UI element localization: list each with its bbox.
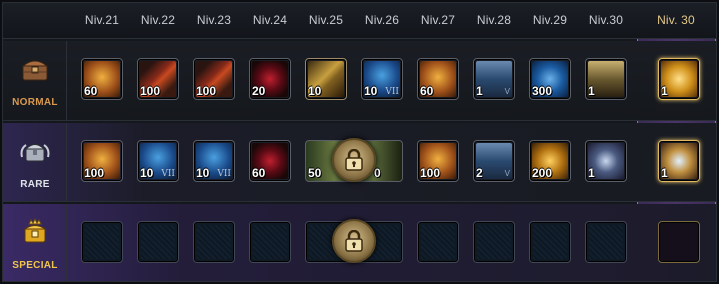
tier-chevron: V xyxy=(504,169,510,178)
reward-slot[interactable]: 100 xyxy=(81,140,123,182)
reward-slot[interactable]: 10 VII xyxy=(361,58,403,100)
reward-slot[interactable]: 1 xyxy=(585,140,627,182)
reward-slot[interactable]: 100 xyxy=(193,58,235,100)
reward-quantity: 2 xyxy=(476,166,483,180)
reward-slot[interactable]: 1 xyxy=(585,58,627,100)
reward-slot[interactable]: 10 VII xyxy=(193,140,235,182)
reward-quantity: 300 xyxy=(532,84,553,98)
locked-reward-slot xyxy=(193,221,235,263)
silver-chest-icon xyxy=(20,144,50,162)
reward-slot[interactable]: 300 xyxy=(529,58,571,100)
row-header-rare: RARE xyxy=(3,123,67,201)
reward-quantity: 10 xyxy=(140,166,154,180)
level-label: Niv.23 xyxy=(196,13,232,27)
reward-quantity: 200 xyxy=(532,166,553,180)
reward-quantity: 20 xyxy=(252,84,266,98)
reward-quantity: 0 xyxy=(374,166,381,180)
reward-quantity: 100 xyxy=(84,166,105,180)
row-label-rare: RARE xyxy=(20,179,50,190)
padlock-glyph xyxy=(345,149,363,171)
level-label: Niv.26 xyxy=(364,13,400,27)
final-level-label: Niv. 30 xyxy=(657,13,695,27)
reward-quantity: 100 xyxy=(140,84,161,98)
reward-quantity: 100 xyxy=(196,84,217,98)
reward-quantity: 10 xyxy=(364,84,378,98)
reward-quantity: 60 xyxy=(252,166,266,180)
reward-quantity: 1 xyxy=(588,84,595,98)
locked-reward-slot xyxy=(81,221,123,263)
reward-slot[interactable]: 60 xyxy=(249,140,291,182)
level-label: Niv.30 xyxy=(588,13,624,27)
brown-chest-icon xyxy=(21,60,49,81)
final-reward-slot[interactable]: 1 xyxy=(658,58,700,100)
reward-slot[interactable]: 100 xyxy=(137,58,179,100)
locked-reward-slot xyxy=(473,221,515,263)
final-locked-reward-slot xyxy=(658,221,700,263)
row-label-special: SPECIAL xyxy=(12,260,58,271)
final-reward-slot[interactable]: 1 xyxy=(658,140,700,182)
locked-reward-slot xyxy=(249,221,291,263)
reward-quantity: 60 xyxy=(420,84,434,98)
crowned-chest-icon xyxy=(23,218,47,243)
padlock-glyph xyxy=(345,230,363,252)
reward-slot[interactable]: 60 xyxy=(81,58,123,100)
level-label: Niv.24 xyxy=(252,13,288,27)
reward-slot[interactable]: 10 VII xyxy=(137,140,179,182)
reward-slot[interactable]: 20 xyxy=(249,58,291,100)
level-label: Niv.22 xyxy=(140,13,176,27)
reward-quantity: 100 xyxy=(420,166,441,180)
tier-numeral: VII xyxy=(161,169,175,179)
locked-reward-slot xyxy=(585,221,627,263)
reward-track-grid: Niv.21 Niv.22 Niv.23 Niv.24 Niv.25 Niv.2… xyxy=(2,2,717,282)
reward-quantity: 10 xyxy=(308,84,322,98)
level-label: Niv.21 xyxy=(84,13,120,27)
reward-quantity: 10 xyxy=(196,166,210,180)
reward-quantity: 50 xyxy=(308,166,322,180)
row-header-normal: NORMAL xyxy=(3,41,67,120)
lock-icon[interactable] xyxy=(332,138,376,182)
reward-slot[interactable]: 2 V xyxy=(473,140,515,182)
reward-slot[interactable]: 10 xyxy=(305,58,347,100)
reward-quantity: 1 xyxy=(476,84,483,98)
tier-chevron: V xyxy=(504,87,510,96)
tier-numeral: VII xyxy=(385,87,399,97)
reward-slot[interactable]: 100 xyxy=(417,140,459,182)
level-label: Niv.28 xyxy=(476,13,512,27)
reward-quantity: 1 xyxy=(661,84,668,98)
row-label-normal: NORMAL xyxy=(12,97,58,108)
locked-reward-slot xyxy=(529,221,571,263)
level-label: Niv.25 xyxy=(308,13,344,27)
level-header: Niv.21 Niv.22 Niv.23 Niv.24 Niv.25 Niv.2… xyxy=(3,3,716,39)
lock-icon[interactable] xyxy=(332,219,376,263)
row-header-special: SPECIAL xyxy=(3,204,67,281)
level-label: Niv.29 xyxy=(532,13,568,27)
reward-quantity: 60 xyxy=(84,84,98,98)
locked-reward-slot xyxy=(137,221,179,263)
reward-quantity: 1 xyxy=(588,166,595,180)
reward-slot[interactable]: 1 V xyxy=(473,58,515,100)
tier-numeral: VII xyxy=(217,169,231,179)
reward-slot[interactable]: 60 xyxy=(417,58,459,100)
reward-slot[interactable]: 200 xyxy=(529,140,571,182)
locked-reward-slot xyxy=(417,221,459,263)
reward-quantity: 1 xyxy=(661,166,668,180)
level-label: Niv.27 xyxy=(420,13,456,27)
